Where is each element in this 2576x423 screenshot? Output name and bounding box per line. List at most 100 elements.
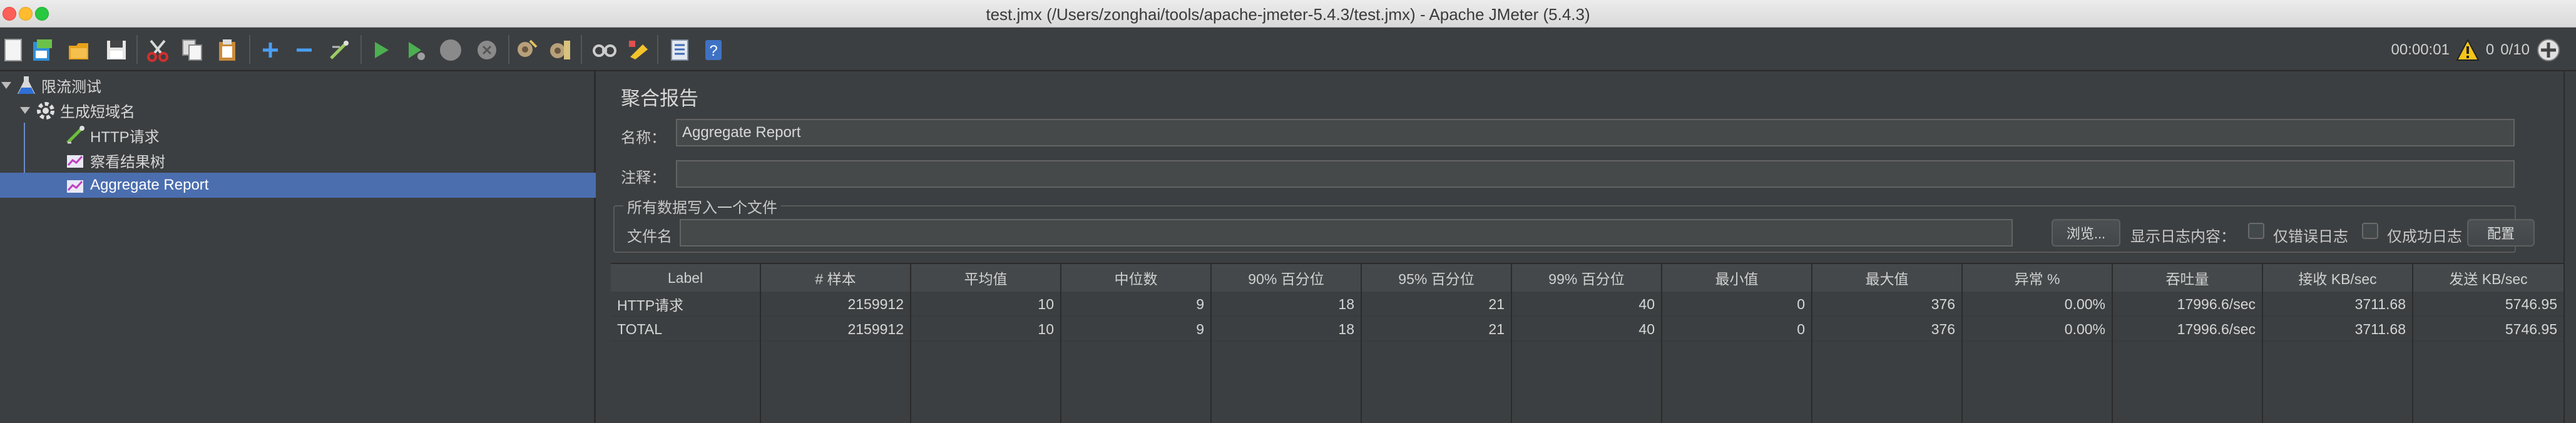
comment-field[interactable] xyxy=(676,160,2515,188)
name-field[interactable]: Aggregate Report xyxy=(676,119,2515,146)
table-cell: 18 xyxy=(1212,292,1362,317)
tree-item-label: 生成短域名 xyxy=(60,103,135,121)
table-cell: 0 xyxy=(1662,292,1812,317)
column-header[interactable]: 接收 KB/sec xyxy=(2263,264,2413,292)
name-label: 名称： xyxy=(621,130,666,146)
configure-button[interactable]: 配置 xyxy=(2467,219,2535,247)
tree-item-view-results-tree[interactable]: 察看结果树 xyxy=(0,148,596,173)
tree-item-label: 限流测试 xyxy=(41,78,101,96)
errors-only-checkbox[interactable] xyxy=(2248,223,2264,239)
table-cell: 5746.95 xyxy=(2505,320,2557,337)
clear-all-icon[interactable] xyxy=(547,36,575,64)
tree-item-label: Aggregate Report xyxy=(90,176,209,193)
table-cell: 5746.95 xyxy=(2505,295,2557,312)
table-cell: 40 xyxy=(1512,317,1662,342)
expand-arrow-icon[interactable] xyxy=(20,106,30,114)
table-cell: 0.00% xyxy=(1963,317,2113,342)
file-name-field[interactable] xyxy=(680,219,2013,247)
errors-only-label: 仅错误日志 xyxy=(2273,228,2348,245)
clear-icon[interactable] xyxy=(513,36,541,64)
table-cell: HTTP请求 xyxy=(611,292,761,317)
help-icon[interactable]: ? xyxy=(700,36,727,64)
new-icon[interactable] xyxy=(0,36,28,64)
warning-count: 0 xyxy=(2485,41,2495,58)
table-cell: 21 xyxy=(1362,317,1512,342)
table-cell: TOTAL xyxy=(611,317,761,342)
tree-item-http-request[interactable]: HTTP请求 xyxy=(0,123,596,148)
test-plan-icon xyxy=(16,75,36,95)
table-cell: 17996.6/sec xyxy=(2113,292,2263,317)
table-cell: 3711.68 xyxy=(2263,317,2413,342)
expand-icon[interactable] xyxy=(257,36,284,64)
column-header[interactable]: 99% 百分位 xyxy=(1512,264,1662,292)
stop-icon[interactable] xyxy=(437,36,464,64)
column-header[interactable]: 95% 百分位 xyxy=(1362,264,1512,292)
window-title: test.jmx (/Users/zonghai/tools/apache-jm… xyxy=(986,5,1590,24)
window-title-bar: test.jmx (/Users/zonghai/tools/apache-jm… xyxy=(0,0,2576,28)
thread-count: 0/10 xyxy=(2500,41,2530,58)
toggle-icon[interactable] xyxy=(325,36,353,64)
start-icon[interactable] xyxy=(367,36,394,64)
start-no-pause-icon[interactable] xyxy=(402,36,429,64)
table-cell: 18 xyxy=(1212,317,1362,342)
success-only-checkbox[interactable] xyxy=(2362,223,2378,239)
column-header[interactable]: 90% 百分位 xyxy=(1212,264,1362,292)
column-header[interactable]: 最小值 xyxy=(1662,264,1812,292)
tree-item-thread-group[interactable]: 生成短域名 xyxy=(0,98,596,123)
file-group-title: 所有数据写入一个文件 xyxy=(623,195,781,217)
results-table: Label # 样本 平均值 中位数 90% 百分位 95% 百分位 99% 百… xyxy=(611,263,2563,423)
table-cell: 376 xyxy=(1812,317,1963,342)
shutdown-icon[interactable] xyxy=(473,36,501,64)
cut-icon[interactable] xyxy=(144,36,171,64)
table-row[interactable]: TOTAL 2159912 10 9 18 21 40 0 376 0.00% … xyxy=(611,317,2563,342)
warning-icon[interactable] xyxy=(2456,39,2480,61)
table-empty-area xyxy=(611,342,2563,423)
column-header[interactable]: # 样本 xyxy=(761,264,911,292)
remote-engines-icon[interactable] xyxy=(2536,38,2561,63)
column-header[interactable]: 中位数 xyxy=(1061,264,1212,292)
table-cell: 9 xyxy=(1061,317,1212,342)
search-icon[interactable] xyxy=(591,36,618,64)
table-cell: 3711.68 xyxy=(2263,292,2413,317)
log-content-label: 显示日志内容： xyxy=(2130,228,2236,245)
column-header[interactable]: 最大值 xyxy=(1812,264,1963,292)
test-plan-tree: 限流测试 生成短域名 HTTP请求 察看结果树 Aggregate Report xyxy=(0,71,596,423)
aggregate-report-panel: 聚合报告 名称： Aggregate Report 注释： 所有数据写入一个文件… xyxy=(598,71,2576,423)
table-cell: 10 xyxy=(911,292,1061,317)
expand-arrow-icon[interactable] xyxy=(1,81,11,89)
toolbar: ? 00:00:01 0 0/10 xyxy=(0,28,2576,71)
listener-icon xyxy=(65,175,85,195)
tree-item-label: HTTP请求 xyxy=(90,128,160,146)
panel-title: 聚合报告 xyxy=(621,88,698,110)
svg-text:?: ? xyxy=(709,43,717,59)
open-icon[interactable] xyxy=(65,36,93,64)
table-cell: 9 xyxy=(1061,292,1212,317)
tree-item-aggregate-report[interactable]: Aggregate Report xyxy=(0,173,596,198)
browse-button[interactable]: 浏览... xyxy=(2052,219,2120,247)
tree-item-test-plan[interactable]: 限流测试 xyxy=(0,73,596,98)
collapse-icon[interactable] xyxy=(290,36,318,64)
copy-icon[interactable] xyxy=(179,36,207,64)
thread-group-icon xyxy=(35,100,55,120)
table-cell: 10 xyxy=(911,317,1061,342)
table-cell: 0.00% xyxy=(1963,292,2113,317)
templates-icon[interactable] xyxy=(29,36,56,64)
vertical-scrollbar[interactable] xyxy=(2563,71,2576,423)
table-header: Label # 样本 平均值 中位数 90% 百分位 95% 百分位 99% 百… xyxy=(611,263,2563,292)
table-cell: 2159912 xyxy=(761,292,911,317)
toolbar-status: 00:00:01 0 0/10 xyxy=(2391,35,2562,65)
column-header[interactable]: Label xyxy=(611,264,761,292)
http-sampler-icon xyxy=(65,125,85,145)
save-icon[interactable] xyxy=(103,36,130,64)
reset-search-icon[interactable] xyxy=(625,36,652,64)
listener-icon xyxy=(65,150,85,170)
table-row[interactable]: HTTP请求 2159912 10 9 18 21 40 0 376 0.00%… xyxy=(611,292,2563,317)
function-helper-icon[interactable] xyxy=(666,36,693,64)
column-header[interactable]: 异常 % xyxy=(1963,264,2113,292)
table-cell: 21 xyxy=(1362,292,1512,317)
paste-icon[interactable] xyxy=(214,36,242,64)
table-cell: 2159912 xyxy=(761,317,911,342)
column-header[interactable]: 发送 KB/sec xyxy=(2413,264,2563,292)
column-header[interactable]: 平均值 xyxy=(911,264,1061,292)
column-header[interactable]: 吞吐量 xyxy=(2113,264,2263,292)
